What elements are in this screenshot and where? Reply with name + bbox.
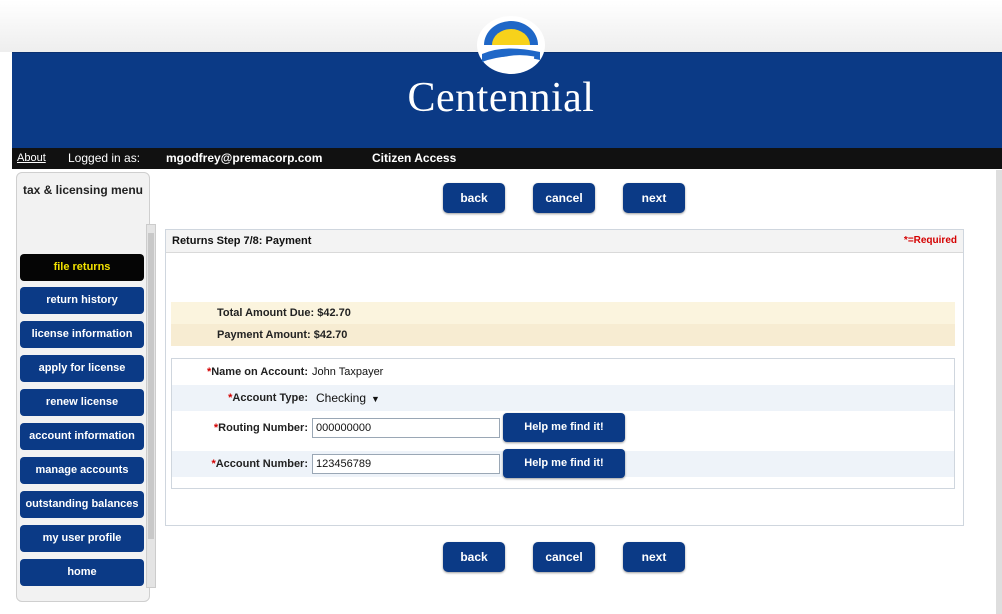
user-bar: About Logged in as: mgodfrey@premacorp.c…	[12, 148, 1002, 169]
back-button-top[interactable]: back	[443, 183, 505, 213]
form-row-account-number: *Account Number: 123456789 Help me find …	[172, 449, 954, 478]
sidebar-item-file-returns[interactable]: file returns	[20, 254, 144, 281]
payment-form: *Name on Account: John Taxpayer *Account…	[171, 358, 955, 489]
routing-label-text: Routing Number:	[218, 422, 308, 434]
back-button-bottom[interactable]: back	[443, 542, 505, 572]
next-button-top[interactable]: next	[623, 183, 685, 213]
sidebar-menu: tax & licensing menu file returns return…	[16, 172, 150, 602]
sidebar-item-apply-for-license[interactable]: apply for license	[20, 355, 144, 382]
logged-in-label: Logged in as:	[68, 151, 141, 165]
account-type-label: *Account Type:	[228, 392, 308, 404]
payment-panel: Returns Step 7/8: Payment *=Required Tot…	[165, 229, 964, 526]
sidebar-item-my-user-profile[interactable]: my user profile	[20, 525, 144, 552]
form-row-name: *Name on Account: John Taxpayer	[172, 359, 954, 385]
required-note: *=Required	[903, 235, 957, 246]
centennial-logo-icon	[477, 16, 545, 74]
sidebar-item-license-information[interactable]: license information	[20, 321, 144, 348]
account-type-select[interactable]: Checking ▼	[312, 388, 384, 408]
routing-number-label: *Routing Number:	[213, 422, 308, 434]
form-row-routing: *Routing Number: 000000000 Help me find …	[172, 413, 954, 442]
account-number-input[interactable]: 123456789	[312, 454, 500, 474]
brand-logo-text: Centennial	[407, 75, 595, 121]
sidebar-title: tax & licensing menu	[22, 183, 144, 197]
name-on-account-label: *Name on Account:	[206, 366, 308, 378]
sidebar-item-home[interactable]: home	[20, 559, 144, 586]
account-number-label-text: Account Number:	[215, 458, 308, 470]
account-type-value: Checking	[316, 391, 367, 405]
sidebar-item-manage-accounts[interactable]: manage accounts	[20, 457, 144, 484]
account-number-label: *Account Number:	[211, 458, 308, 470]
about-link[interactable]: About	[17, 148, 46, 169]
sidebar-item-renew-license[interactable]: renew license	[20, 389, 144, 416]
payment-amount-text: Payment Amount: $42.70	[217, 329, 348, 341]
sidebar-item-account-information[interactable]: account information	[20, 423, 144, 450]
payment-amount-row: Payment Amount: $42.70	[171, 324, 955, 346]
sidebar-item-return-history[interactable]: return history	[20, 287, 144, 314]
routing-help-button[interactable]: Help me find it!	[503, 413, 625, 442]
cancel-button-bottom[interactable]: cancel	[533, 542, 595, 572]
sidebar-item-outstanding-balances[interactable]: outstanding balances	[20, 491, 144, 518]
panel-title: Returns Step 7/8: Payment	[172, 235, 312, 247]
page-scrollbar[interactable]	[996, 170, 1002, 614]
account-number-help-button[interactable]: Help me find it!	[503, 449, 625, 478]
account-type-label-text: Account Type:	[232, 392, 308, 404]
form-row-account-type: *Account Type: Checking ▼	[172, 385, 954, 411]
total-due-text: Total Amount Due: $42.70	[217, 307, 351, 319]
dropdown-caret-icon: ▼	[371, 394, 380, 404]
sidebar-scroll-thumb[interactable]	[148, 233, 154, 539]
cancel-button-top[interactable]: cancel	[533, 183, 595, 213]
user-email: mgodfrey@premacorp.com	[166, 151, 323, 165]
sidebar-scrollbar[interactable]	[146, 224, 156, 588]
total-due-row: Total Amount Due: $42.70	[171, 302, 955, 324]
routing-number-input[interactable]: 000000000	[312, 418, 500, 438]
next-button-bottom[interactable]: next	[623, 542, 685, 572]
panel-header: Returns Step 7/8: Payment *=Required	[166, 230, 963, 253]
portal-name: Citizen Access	[372, 151, 457, 165]
name-on-account-value: John Taxpayer	[312, 366, 384, 378]
name-label-text: Name on Account:	[211, 366, 308, 378]
